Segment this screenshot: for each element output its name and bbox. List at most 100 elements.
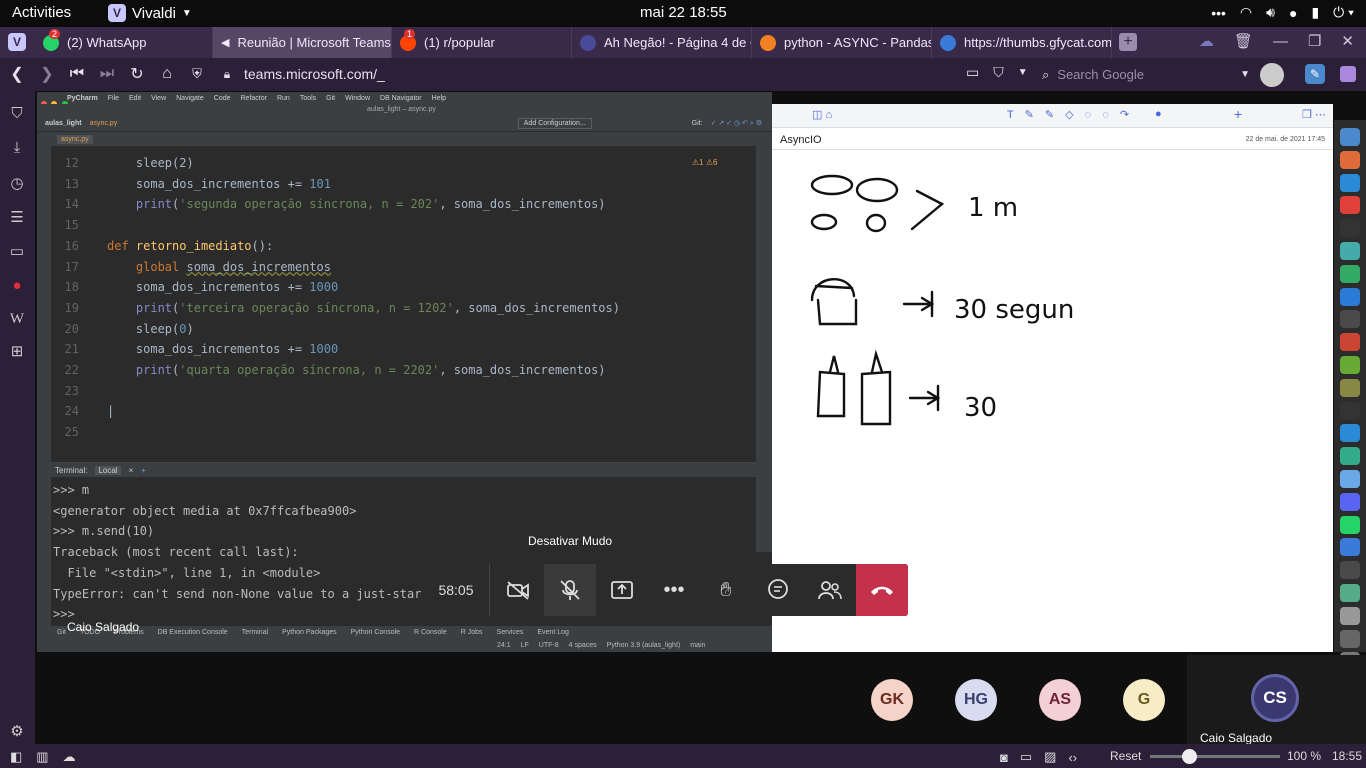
tool-window-button[interactable]: Terminal [242, 629, 268, 636]
lock-icon[interactable]: 🔒︎ [216, 63, 238, 85]
file-breadcrumb[interactable]: async.py [90, 120, 118, 127]
dock-app-icon[interactable] [1340, 470, 1360, 488]
chevron-down-icon[interactable]: ▼ [1240, 69, 1250, 80]
code-line[interactable]: soma_dos_incrementos += 1000 [107, 280, 338, 294]
code-icon[interactable]: ‹› [1068, 750, 1077, 765]
status-item[interactable]: main [690, 642, 705, 649]
menu-item[interactable]: Edit [129, 95, 141, 102]
menu-item[interactable]: File [108, 95, 119, 102]
dock-app-icon[interactable] [1340, 584, 1360, 602]
tool-window-button[interactable]: R Console [414, 629, 447, 636]
dock-app-icon[interactable] [1340, 219, 1360, 238]
app-menu[interactable]: V Vivaldi ▼ [108, 4, 192, 22]
code-line[interactable]: | [107, 404, 114, 418]
unmute-button[interactable] [544, 564, 596, 616]
url-field[interactable]: teams.microsoft.com/_ [244, 66, 385, 82]
clock[interactable]: mai 22 18:55 [640, 4, 727, 21]
dock-app-icon[interactable] [1340, 196, 1360, 215]
panel-toggle-icon[interactable]: ◧ [10, 749, 22, 765]
status-item[interactable]: Python 3.9 (aulas_light) [607, 642, 681, 649]
code-line[interactable]: sleep(0) [107, 322, 194, 336]
run-config-select[interactable]: Add Configuration... [517, 118, 592, 129]
menu-item[interactable]: Tools [300, 95, 316, 102]
vivaldi-panel-icon[interactable]: ● [7, 275, 27, 295]
self-avatar[interactable]: CS [1251, 674, 1299, 722]
tool-window-button[interactable]: R Jobs [461, 629, 483, 636]
maximize-icon[interactable]: ❐ [1308, 32, 1321, 50]
dock-app-icon[interactable] [1340, 287, 1360, 306]
share-screen-button[interactable] [596, 564, 648, 616]
tool-window-button[interactable]: Git [57, 629, 66, 636]
tile-icon[interactable]: ▥ [36, 749, 48, 765]
wikipedia-icon[interactable]: W [7, 309, 27, 329]
participant-avatar[interactable]: AS [1039, 679, 1081, 721]
dock-app-icon[interactable] [1340, 515, 1360, 534]
menu-item[interactable]: Code [214, 95, 231, 102]
dock-app-icon[interactable] [1340, 356, 1360, 374]
status-item[interactable]: 4 spaces [569, 642, 597, 649]
zoom-reset-button[interactable]: Reset [1110, 749, 1141, 763]
cloud-icon[interactable]: ☁ [1199, 32, 1214, 50]
status-item[interactable]: 24:1 [497, 642, 511, 649]
shield-icon[interactable]: ⛨ [186, 63, 208, 85]
dock-app-icon[interactable] [1340, 629, 1360, 648]
profile-avatar[interactable] [1260, 63, 1284, 87]
code-line[interactable]: soma_dos_incrementos += 1000 [107, 342, 338, 356]
participants-button[interactable] [804, 564, 856, 616]
notes-icon[interactable]: ☰ [7, 207, 27, 227]
reload-icon[interactable]: ↻ [126, 63, 148, 85]
terminal-tab-local[interactable]: Local [95, 465, 121, 475]
add-terminal-icon[interactable]: + [141, 466, 146, 475]
system-tray[interactable]: ••• ◠ 🔊︎ ● ▮ ⏻ ▾ [1211, 4, 1354, 21]
dock-app-icon[interactable] [1340, 401, 1360, 420]
menu-item[interactable]: Run [277, 95, 290, 102]
chevron-down-icon[interactable]: ▼ [1018, 67, 1028, 78]
camera-icon[interactable]: ◙ [1000, 750, 1008, 765]
dock-app-icon[interactable] [1340, 310, 1360, 329]
camera-off-button[interactable] [492, 564, 544, 616]
dock-app-icon[interactable] [1340, 447, 1360, 466]
menu-item[interactable]: View [151, 95, 166, 102]
add-panel-icon[interactable]: ⊞ [7, 341, 27, 361]
menu-item[interactable]: Navigate [176, 95, 204, 102]
code-line[interactable]: def retorno_imediato(): [107, 239, 273, 253]
menu-item[interactable]: Help [432, 95, 446, 102]
dock-app-icon[interactable] [1340, 173, 1360, 192]
menu-item[interactable]: Refactor [241, 95, 267, 102]
dock-app-icon[interactable] [1340, 606, 1360, 625]
git-actions-icon[interactable]: ✓ ↗ ✓ ◷ ↶ ⌕ ⚙ [711, 119, 762, 128]
forward-icon[interactable]: ❯ [36, 63, 58, 85]
dock-app-icon[interactable] [1340, 128, 1360, 146]
search-field[interactable]: ⌕ Search Google ▼ [1042, 63, 1250, 86]
window-icon[interactable]: ▭ [7, 241, 27, 261]
fast-forward-icon[interactable]: ⏭ [96, 63, 118, 85]
tool-window-button[interactable]: Event Log [537, 629, 569, 636]
trash-icon[interactable]: 🗑︎ [1234, 32, 1253, 50]
tab-gfycat[interactable]: https://thumbs.gfycat.com [932, 27, 1112, 58]
extension-icon[interactable]: ✎ [1305, 64, 1325, 84]
image-icon[interactable]: ▨ [1044, 749, 1056, 765]
code-line[interactable]: global soma_dos_incrementos [107, 260, 331, 274]
status-item[interactable]: LF [521, 642, 529, 649]
home-icon[interactable]: ⌂ [156, 63, 178, 85]
participant-avatar[interactable]: G [1123, 679, 1165, 721]
menu-item[interactable]: DB Navigator [380, 95, 422, 102]
code-line[interactable]: print('quarta operação síncrona, n = 220… [107, 363, 606, 377]
code-line[interactable]: print('segunda operação síncrona, n = 20… [107, 197, 606, 211]
dock-app-icon[interactable] [1340, 492, 1360, 511]
tab-stackoverflow[interactable]: python - ASYNC - Pandas re [752, 27, 932, 58]
tab-reddit[interactable]: 1 (1) r/popular [392, 27, 572, 58]
dock-app-icon[interactable] [1340, 264, 1360, 283]
dock-app-icon[interactable] [1340, 538, 1360, 557]
camera-icon[interactable]: ▭ [966, 64, 979, 81]
code-line[interactable]: soma_dos_incrementos += 101 [107, 177, 331, 191]
back-icon[interactable]: ❮ [6, 63, 28, 85]
zoom-slider[interactable] [1150, 749, 1280, 764]
window-icon[interactable]: ▭ [1020, 749, 1032, 765]
vivaldi-menu-button[interactable]: V [8, 33, 26, 51]
code-editor[interactable]: 12 sleep(2) 13 soma_dos_incrementos += 10… [51, 156, 756, 446]
minimize-icon[interactable]: — [1273, 33, 1288, 50]
participant-avatar[interactable]: GK [871, 679, 913, 721]
menu-item[interactable]: Git [326, 95, 335, 102]
menu-item[interactable]: Window [345, 95, 370, 102]
